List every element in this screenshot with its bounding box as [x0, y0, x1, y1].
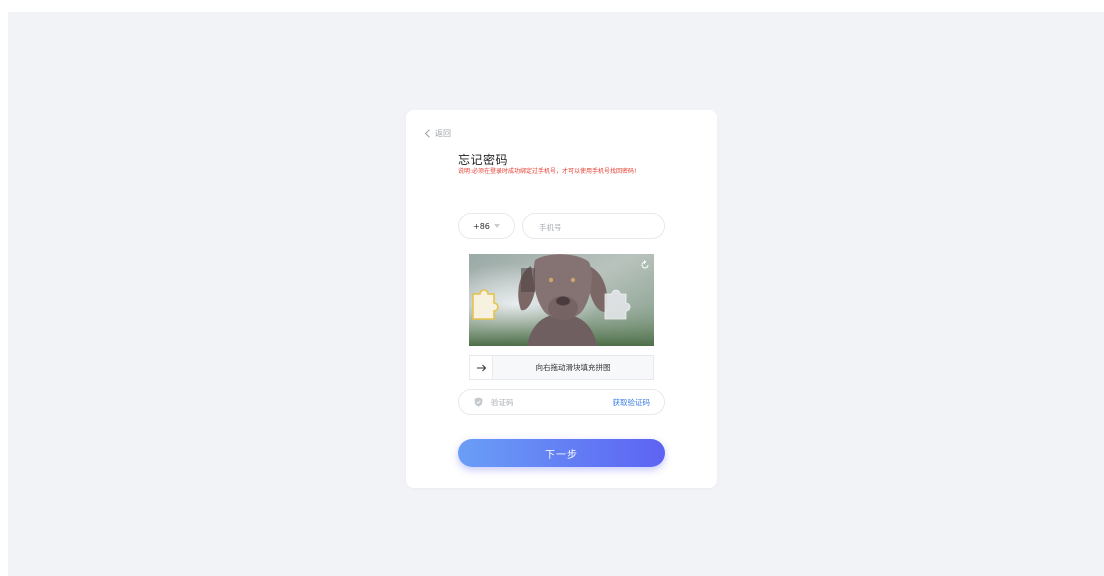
verification-code-field: 获取验证码: [458, 389, 665, 415]
arrow-right-icon: [476, 364, 486, 371]
chevron-left-icon: [424, 129, 430, 138]
caret-down-icon: [494, 224, 500, 228]
back-link[interactable]: 返回: [424, 128, 451, 139]
phone-input[interactable]: [523, 214, 651, 240]
get-code-link[interactable]: 获取验证码: [613, 390, 651, 414]
forgot-password-card: 返回 忘记密码 说明:必须在登录时成功绑定过手机号，才可以使用手机号找回密码! …: [406, 110, 717, 488]
captcha-slider-track: 向右拖动滑块填充拼图: [469, 355, 654, 380]
country-code-select[interactable]: +86: [458, 213, 515, 239]
binding-note: 说明:必须在登录时成功绑定过手机号，才可以使用手机号找回密码!: [458, 168, 637, 175]
refresh-icon[interactable]: [640, 260, 650, 270]
country-code-value: +86: [473, 221, 490, 231]
back-label: 返回: [435, 129, 451, 138]
verification-code-input[interactable]: [483, 389, 603, 415]
captcha-puzzle-image: [469, 254, 654, 346]
slider-hint: 向右拖动滑块填充拼图: [535, 363, 611, 372]
shield-icon: [474, 397, 483, 407]
phone-field: [522, 213, 665, 240]
page-title: 忘记密码: [458, 153, 509, 167]
next-step-button[interactable]: 下一步: [458, 439, 665, 467]
captcha-slider-handle[interactable]: [470, 356, 493, 379]
